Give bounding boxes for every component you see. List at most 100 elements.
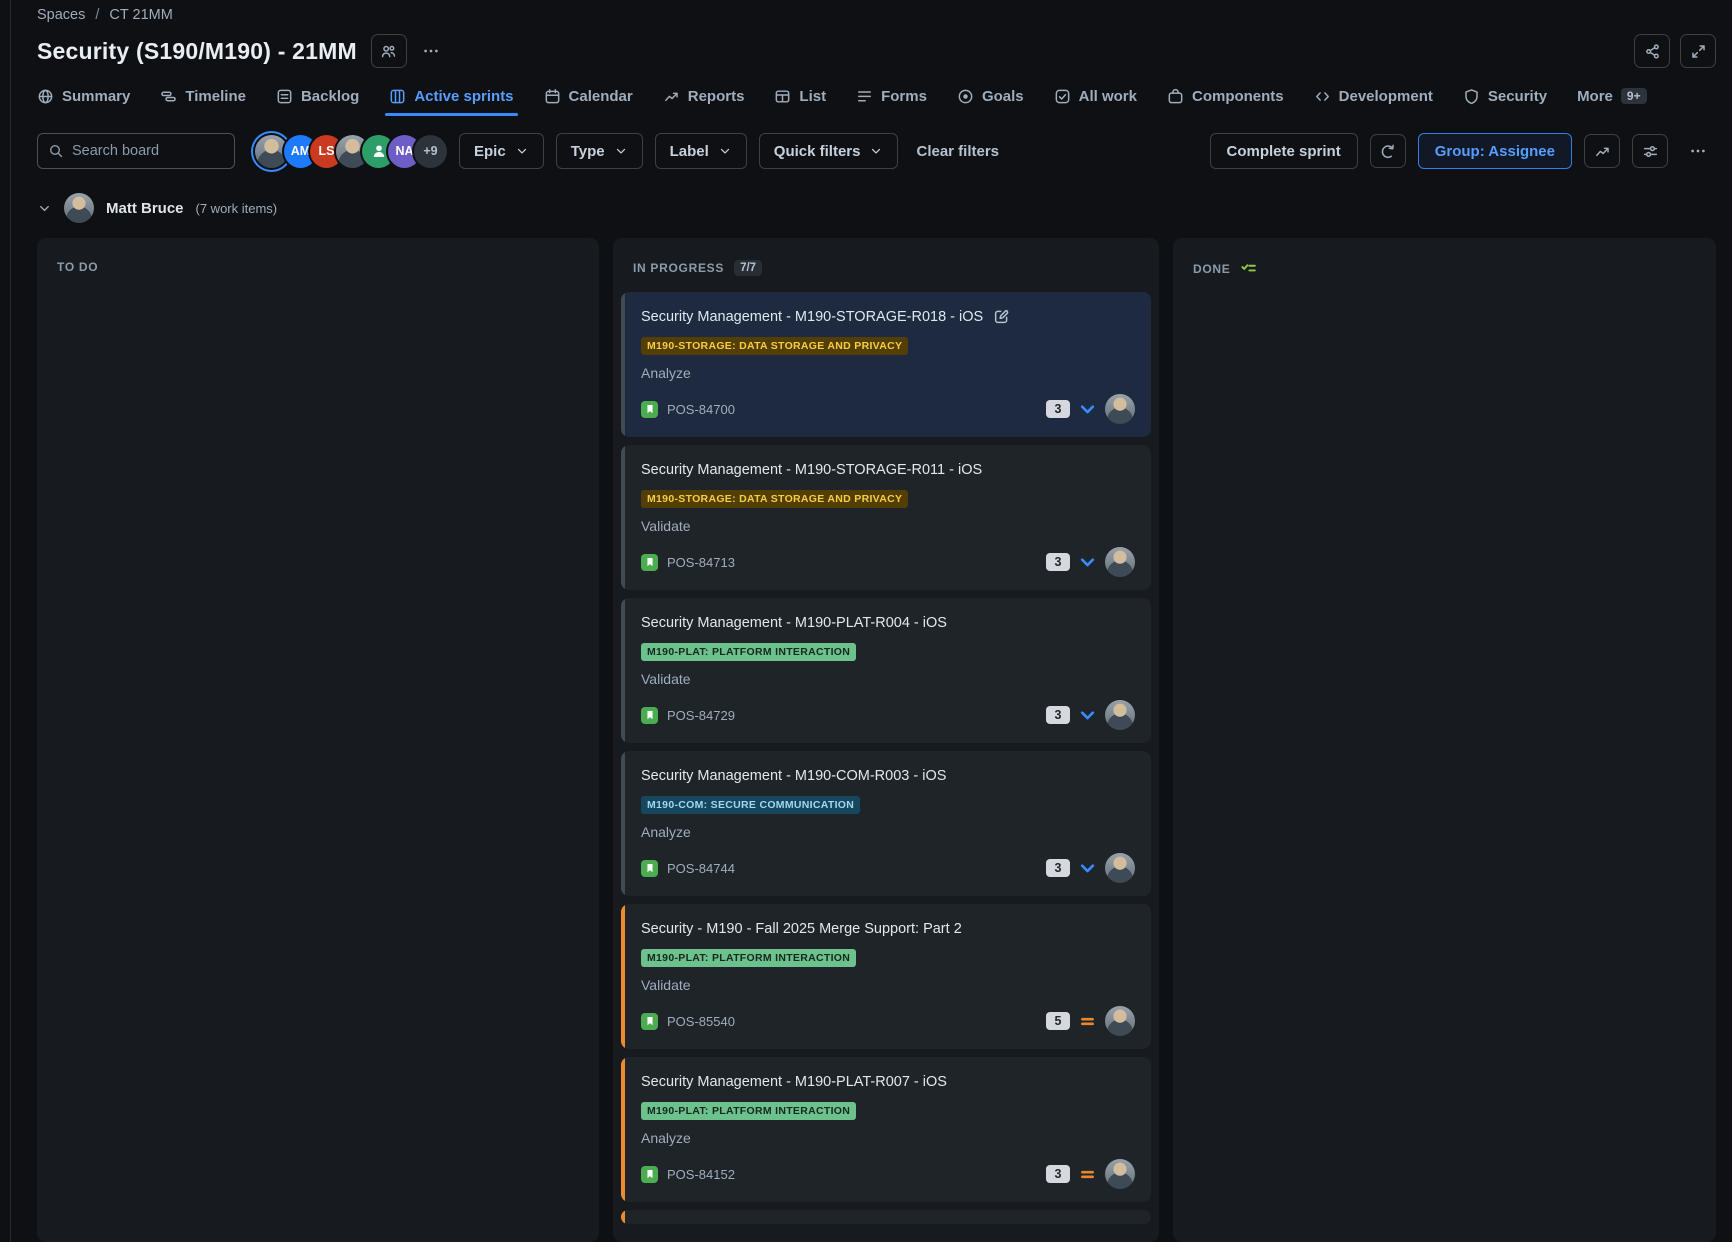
team-members-button[interactable] xyxy=(371,34,407,68)
swimlane-count: (7 work items) xyxy=(196,201,278,216)
view-tabs: Summary Timeline Backlog Active sprints … xyxy=(37,84,1716,110)
tab-list[interactable]: List xyxy=(774,88,826,107)
refresh-button[interactable] xyxy=(1370,134,1406,168)
tab-backlog[interactable]: Backlog xyxy=(276,88,359,107)
breadcrumb-spaces[interactable]: Spaces xyxy=(37,7,85,23)
tab-label: List xyxy=(799,88,826,105)
forms-icon xyxy=(856,88,873,105)
story-type-icon xyxy=(641,707,658,724)
card-status: Analyze xyxy=(641,365,1135,381)
tab-development[interactable]: Development xyxy=(1314,88,1433,107)
card[interactable] xyxy=(621,1210,1151,1224)
filter-label: Epic xyxy=(474,143,506,160)
card[interactable]: Security - M190 - Fall 2025 Merge Suppor… xyxy=(621,904,1151,1049)
breadcrumb-project[interactable]: CT 21MM xyxy=(109,7,172,23)
card-title: Security - M190 - Fall 2025 Merge Suppor… xyxy=(641,919,962,939)
tab-label: Summary xyxy=(62,88,130,105)
chevron-down-icon xyxy=(614,144,628,158)
board-settings-button[interactable] xyxy=(1632,134,1668,168)
share-button[interactable] xyxy=(1634,34,1670,68)
card[interactable]: Security Management - M190-PLAT-R007 - i… xyxy=(621,1057,1151,1202)
toolbar-more-button[interactable] xyxy=(1680,134,1716,168)
tab-label: Active sprints xyxy=(414,88,513,105)
people-icon xyxy=(380,43,397,60)
group-by-button[interactable]: Group: Assignee xyxy=(1418,133,1572,169)
card-key: POS-84713 xyxy=(667,555,735,570)
card-key: POS-84729 xyxy=(667,708,735,723)
card[interactable]: Security Management - M190-STORAGE-R011 … xyxy=(621,445,1151,590)
label-chip: M190-PLAT: PLATFORM INTERACTION xyxy=(641,949,856,967)
tab-label: Backlog xyxy=(301,88,359,105)
complete-sprint-button[interactable]: Complete sprint xyxy=(1210,133,1358,169)
backlog-icon xyxy=(276,88,293,105)
breadcrumb: Spaces / CT 21MM xyxy=(37,4,1716,26)
tab-all-work[interactable]: All work xyxy=(1054,88,1137,107)
column-done: DONE xyxy=(1173,238,1716,1242)
avatar-overflow[interactable]: +9 xyxy=(414,135,447,168)
estimate-badge: 3 xyxy=(1046,706,1070,724)
priority-medium-icon xyxy=(1079,1013,1096,1030)
tab-reports[interactable]: Reports xyxy=(663,88,745,107)
tab-components[interactable]: Components xyxy=(1167,88,1284,107)
tab-label: All work xyxy=(1079,88,1137,105)
card-title: Security Management - M190-COM-R003 - iO… xyxy=(641,766,946,786)
edit-summary-button[interactable] xyxy=(993,308,1010,325)
tab-timeline[interactable]: Timeline xyxy=(160,88,246,107)
label-filter-dropdown[interactable]: Label xyxy=(655,133,747,169)
tab-active-sprints[interactable]: Active sprints xyxy=(389,88,513,107)
board: TO DO IN PROGRESS 7/7 Security Managemen… xyxy=(37,238,1716,1242)
insights-button[interactable] xyxy=(1584,134,1620,168)
card[interactable]: Security Management - M190-STORAGE-R018 … xyxy=(621,292,1151,437)
card[interactable]: Security Management - M190-PLAT-R004 - i… xyxy=(621,598,1151,743)
search-input[interactable] xyxy=(72,143,212,159)
tab-label: Components xyxy=(1192,88,1284,105)
chevron-down-icon[interactable] xyxy=(37,201,52,216)
sidebar-divider[interactable] xyxy=(10,0,11,1242)
chevron-down-icon xyxy=(718,144,732,158)
title-more-button[interactable] xyxy=(413,34,449,68)
swimlane-header[interactable]: Matt Bruce (7 work items) xyxy=(37,192,1716,224)
epic-filter-dropdown[interactable]: Epic xyxy=(459,133,544,169)
calendar-icon xyxy=(544,88,561,105)
assignee-avatar xyxy=(1105,394,1135,424)
filter-label: Quick filters xyxy=(774,143,861,160)
filter-label: Label xyxy=(670,143,709,160)
tab-summary[interactable]: Summary xyxy=(37,88,130,107)
assignee-avatar xyxy=(1105,547,1135,577)
priority-low-icon xyxy=(1079,707,1096,724)
label-chip: M190-PLAT: PLATFORM INTERACTION xyxy=(641,643,856,661)
type-filter-dropdown[interactable]: Type xyxy=(556,133,643,169)
quick-filters-dropdown[interactable]: Quick filters xyxy=(759,133,899,169)
priority-low-icon xyxy=(1079,401,1096,418)
column-title: DONE xyxy=(1193,262,1230,276)
tab-goals[interactable]: Goals xyxy=(957,88,1024,107)
priority-low-icon xyxy=(1079,554,1096,571)
chevron-down-icon xyxy=(515,144,529,158)
tab-label: Security xyxy=(1488,88,1547,105)
card-key: POS-84152 xyxy=(667,1167,735,1182)
tab-label: Timeline xyxy=(185,88,246,105)
search-box[interactable] xyxy=(37,133,235,169)
estimate-badge: 5 xyxy=(1046,1012,1070,1030)
clear-filters-button[interactable]: Clear filters xyxy=(910,143,1005,160)
story-type-icon xyxy=(641,1166,658,1183)
label-chip: M190-PLAT: PLATFORM INTERACTION xyxy=(641,1102,856,1120)
card-status: Analyze xyxy=(641,1130,1135,1146)
story-type-icon xyxy=(641,554,658,571)
card[interactable]: Security Management - M190-COM-R003 - iO… xyxy=(621,751,1151,896)
card-title: Security Management - M190-STORAGE-R018 … xyxy=(641,307,983,327)
tab-label: Reports xyxy=(688,88,745,105)
column-todo: TO DO xyxy=(37,238,599,1242)
all-work-icon xyxy=(1054,88,1071,105)
fullscreen-button[interactable] xyxy=(1680,34,1716,68)
tab-more[interactable]: More9+ xyxy=(1577,88,1647,107)
tab-forms[interactable]: Forms xyxy=(856,88,927,107)
card-title: Security Management - M190-PLAT-R007 - i… xyxy=(641,1072,947,1092)
card-title: Security Management - M190-PLAT-R004 - i… xyxy=(641,613,947,633)
chevron-down-icon xyxy=(869,144,883,158)
more-tabs-count-badge: 9+ xyxy=(1621,88,1647,104)
card-status: Validate xyxy=(641,977,1135,993)
tab-calendar[interactable]: Calendar xyxy=(544,88,633,107)
tab-label: Goals xyxy=(982,88,1024,105)
tab-security[interactable]: Security xyxy=(1463,88,1547,107)
